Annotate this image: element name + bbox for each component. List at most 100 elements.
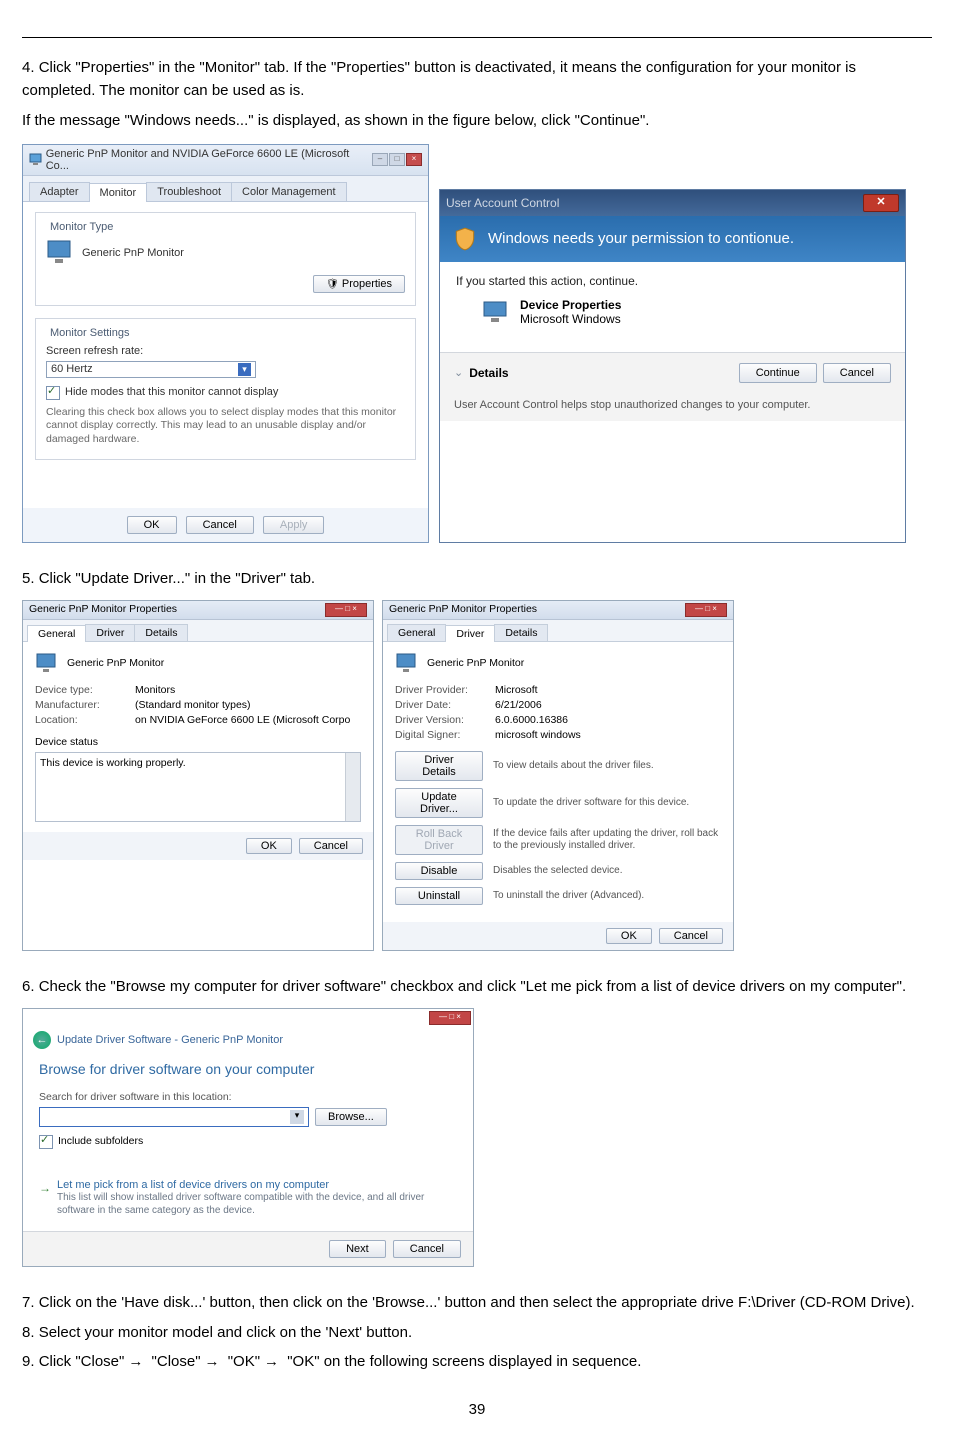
tab-driver[interactable]: Driver [445, 625, 495, 642]
monitor-settings-label: Monitor Settings [46, 327, 133, 339]
refresh-rate-label: Screen refresh rate: [46, 345, 405, 357]
tab-general[interactable]: General [27, 625, 86, 642]
monitor-icon [35, 652, 59, 674]
tab-strip: Adapter Monitor Troubleshoot Color Manag… [23, 176, 428, 202]
ok-button[interactable]: OK [127, 516, 177, 534]
uac-banner: Windows needs your permission to contion… [440, 216, 905, 262]
info-line: Driver Provider:Microsoft [395, 684, 721, 696]
info-line: Manufacturer:(Standard monitor types) [35, 699, 361, 711]
search-location-label: Search for driver software in this locat… [39, 1091, 457, 1103]
continue-button[interactable]: Continue [739, 363, 817, 383]
arrow-right-icon: → [39, 1181, 51, 1195]
driver-action-desc: Disables the selected device. [493, 865, 721, 877]
tab-adapter[interactable]: Adapter [29, 182, 90, 201]
uac-title-text: User Account Control [446, 196, 559, 210]
app-icon [29, 153, 42, 166]
wizard-heading: Browse for driver software on your compu… [39, 1061, 457, 1077]
driver-action-row: Driver Details To view details about the … [395, 751, 721, 781]
step-5: 5. Click "Update Driver..." in the "Driv… [22, 567, 932, 590]
let-me-pick-option[interactable]: → Let me pick from a list of device driv… [39, 1179, 457, 1217]
step-8: 8. Select your monitor model and click o… [22, 1321, 932, 1344]
dialog-title: Generic PnP Monitor and NVIDIA GeForce 6… [46, 148, 368, 172]
cancel-button[interactable]: Cancel [393, 1240, 461, 1258]
uac-footnote: User Account Control helps stop unauthor… [440, 393, 905, 421]
properties-button[interactable]: Properties [313, 275, 405, 293]
tab-details[interactable]: Details [494, 624, 548, 641]
driver-action-button[interactable]: Disable [395, 862, 483, 880]
update-driver-wizard: — □ × ← Update Driver Software - Generic… [22, 1008, 474, 1267]
device-name: Generic PnP Monitor [427, 657, 524, 669]
monitor-icon [46, 239, 74, 267]
pick-title: Let me pick from a list of device driver… [57, 1179, 457, 1191]
driver-action-row: Roll Back Driver If the device fails afte… [395, 825, 721, 855]
uac-titlebar: User Account Control ✕ [440, 190, 905, 216]
pick-subtitle: This list will show installed driver sof… [57, 1191, 457, 1217]
hide-modes-label: Hide modes that this monitor cannot disp… [65, 386, 278, 398]
cancel-button[interactable]: Cancel [659, 928, 723, 944]
close-icon[interactable]: — □ × [685, 603, 727, 617]
scrollbar[interactable] [345, 753, 360, 821]
back-icon[interactable]: ← [33, 1031, 51, 1049]
driver-action-button[interactable]: Update Driver... [395, 788, 483, 818]
driver-action-button: Roll Back Driver [395, 825, 483, 855]
info-line: Location:on NVIDIA GeForce 6600 LE (Micr… [35, 714, 361, 726]
step-4-b: If the message "Windows needs..." is dis… [22, 109, 932, 132]
cancel-button[interactable]: Cancel [186, 516, 254, 534]
driver-action-desc: To update the driver software for this d… [493, 797, 721, 809]
cancel-button[interactable]: Cancel [299, 838, 363, 854]
include-subfolders-checkbox[interactable] [39, 1135, 53, 1149]
maximize-icon[interactable]: □ [389, 153, 405, 166]
driver-action-row: Disable Disables the selected device. [395, 862, 721, 880]
minimize-icon[interactable]: – [372, 153, 388, 166]
uac-dialog: User Account Control ✕ Windows needs you… [439, 189, 906, 543]
tab-color-management[interactable]: Color Management [231, 182, 347, 201]
close-icon[interactable]: — □ × [429, 1011, 471, 1025]
location-combo[interactable]: ▾ [39, 1107, 309, 1127]
info-line: Device type:Monitors [35, 684, 361, 696]
ok-button[interactable]: OK [246, 838, 292, 854]
cancel-button[interactable]: Cancel [823, 363, 891, 383]
chevron-down-icon: ▾ [290, 1110, 304, 1124]
include-subfolders-label: Include subfolders [58, 1135, 143, 1147]
breadcrumb: Update Driver Software - Generic PnP Mon… [57, 1034, 283, 1046]
tab-troubleshoot[interactable]: Troubleshoot [146, 182, 232, 201]
hide-modes-note: Clearing this check box allows you to se… [46, 406, 405, 447]
close-icon[interactable]: × [406, 153, 422, 166]
browse-button[interactable]: Browse... [315, 1108, 387, 1126]
info-line: Driver Version:6.0.6000.16386 [395, 714, 721, 726]
chevron-down-icon: ▾ [238, 363, 251, 376]
monitor-properties-dialog: Generic PnP Monitor and NVIDIA GeForce 6… [22, 144, 429, 543]
next-button[interactable]: Next [329, 1240, 386, 1258]
refresh-rate-combo[interactable]: 60 Hertz ▾ [46, 361, 256, 378]
page-number: 39 [22, 1401, 932, 1418]
uac-started-text: If you started this action, continue. [456, 274, 889, 288]
refresh-rate-value: 60 Hertz [51, 363, 93, 375]
tab-details[interactable]: Details [134, 624, 188, 641]
uac-device-title: Device Properties [520, 298, 621, 312]
monitor-icon [482, 300, 510, 324]
driver-action-desc: To uninstall the driver (Advanced). [493, 890, 721, 902]
apply-button: Apply [263, 516, 325, 534]
close-icon[interactable]: ✕ [863, 194, 899, 212]
driver-action-button[interactable]: Uninstall [395, 887, 483, 905]
device-status-label: Device status [35, 736, 361, 748]
tab-monitor[interactable]: Monitor [89, 183, 148, 202]
ok-button[interactable]: OK [606, 928, 652, 944]
details-link[interactable]: Details [469, 366, 508, 380]
tab-driver[interactable]: Driver [85, 624, 135, 641]
info-line: Digital Signer:microsoft windows [395, 729, 721, 741]
monitor-props-general-dialog: Generic PnP Monitor Properties— □ × Gene… [22, 600, 374, 951]
tab-general[interactable]: General [387, 624, 446, 641]
driver-action-button[interactable]: Driver Details [395, 751, 483, 781]
close-icon[interactable]: — □ × [325, 603, 367, 617]
monitor-type-label: Monitor Type [46, 221, 117, 233]
chevron-down-icon[interactable]: ⌄ [454, 366, 463, 379]
uac-device-sub: Microsoft Windows [520, 312, 621, 326]
info-line: Driver Date:6/21/2006 [395, 699, 721, 711]
driver-action-desc: To view details about the driver files. [493, 760, 721, 772]
dialog-titlebar: Generic PnP Monitor and NVIDIA GeForce 6… [23, 145, 428, 176]
driver-action-desc: If the device fails after updating the d… [493, 828, 721, 852]
uac-banner-text: Windows needs your permission to contion… [488, 230, 794, 247]
monitor-name: Generic PnP Monitor [82, 247, 184, 259]
hide-modes-checkbox[interactable] [46, 386, 60, 400]
